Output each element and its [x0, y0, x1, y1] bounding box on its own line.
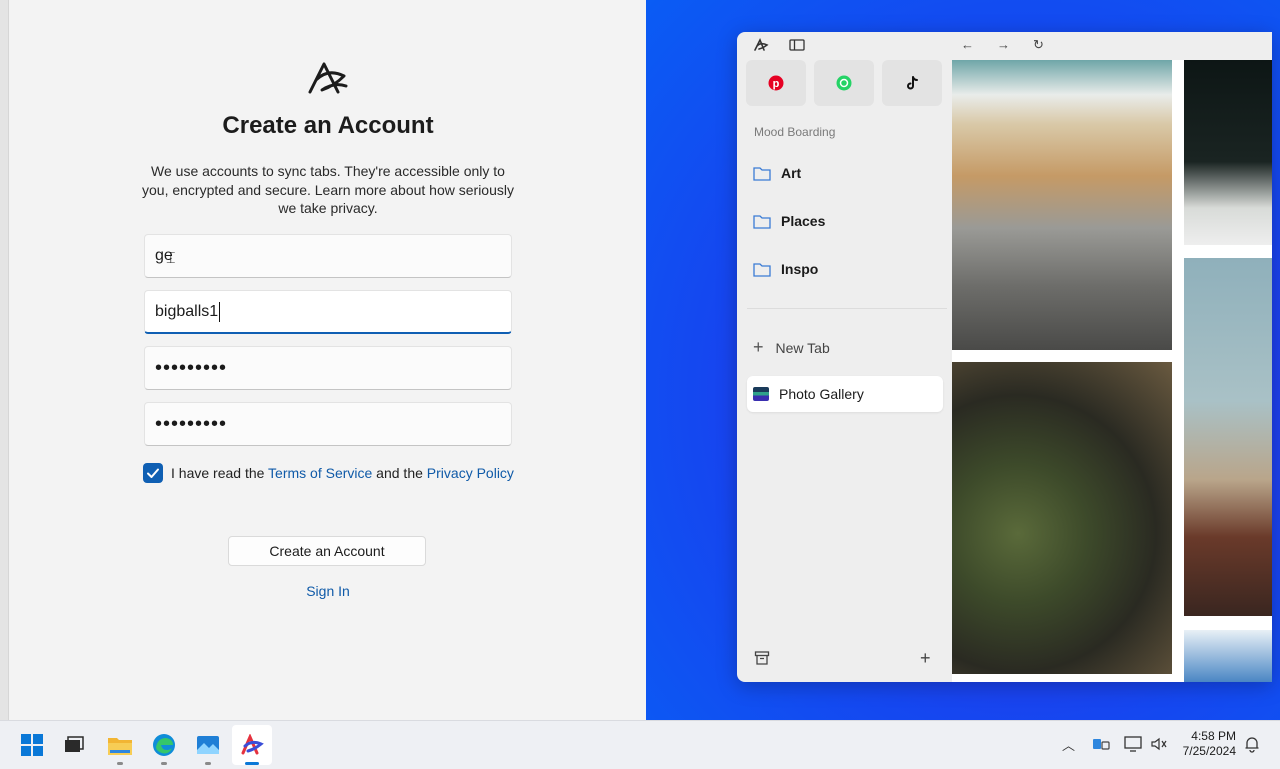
- plus-icon: +: [753, 337, 764, 357]
- password-input[interactable]: •••••••••: [144, 346, 512, 390]
- folder-icon: [753, 167, 771, 181]
- gallery-favicon-icon: [753, 387, 769, 401]
- folder-inspo[interactable]: Inspo: [753, 261, 818, 277]
- agree-label: I have read the Terms of Service and the…: [171, 465, 514, 481]
- forward-arrow-icon[interactable]: →: [997, 37, 1010, 52]
- task-view-button[interactable]: [60, 731, 88, 759]
- edge-icon: [153, 734, 175, 756]
- windows-start-icon: [21, 734, 43, 756]
- text-caret: [219, 301, 221, 322]
- whatsapp-icon: [836, 75, 852, 91]
- space-name: Mood Boarding: [754, 125, 836, 139]
- photo-desert-house[interactable]: [1184, 258, 1272, 616]
- sign-in-link[interactable]: Sign In: [228, 583, 428, 599]
- reload-icon[interactable]: ↻: [1033, 37, 1044, 53]
- sidebar-divider: [747, 308, 947, 309]
- notification-bell-icon[interactable]: [1244, 735, 1260, 756]
- page-title: Create an Account: [222, 112, 434, 139]
- first-name-input[interactable]: ge: [144, 234, 512, 278]
- network-app-icon[interactable]: [1092, 737, 1110, 754]
- folder-label: Art: [781, 165, 802, 181]
- taskbar: ︿ 4:58 PM 7/25/2024: [0, 720, 1280, 769]
- display-icon[interactable]: [1124, 736, 1142, 755]
- confirm-password-mask: •••••••••: [155, 412, 228, 435]
- active-indicator: [245, 762, 259, 765]
- pinned-pinterest[interactable]: p: [746, 60, 806, 106]
- volume-icon[interactable]: [1150, 736, 1168, 755]
- tiktok-icon: [907, 76, 918, 90]
- start-button[interactable]: [18, 731, 46, 759]
- photos-icon: [197, 736, 219, 754]
- username-value: bigballs1: [155, 302, 219, 320]
- photo-dark-shore[interactable]: [1184, 60, 1272, 245]
- folder-art[interactable]: Art: [753, 165, 801, 181]
- create-account-button[interactable]: Create an Account: [228, 536, 426, 566]
- privacy-link[interactable]: Privacy Policy: [427, 465, 514, 481]
- clock-date: 7/25/2024: [1182, 744, 1236, 758]
- new-tab-label: New Tab: [775, 339, 830, 356]
- svg-text:p: p: [773, 78, 780, 90]
- password-mask: •••••••••: [155, 356, 228, 379]
- arc-toolbar: ← → ↻: [737, 32, 1272, 60]
- folder-icon: [753, 263, 771, 277]
- folder-label: Inspo: [781, 261, 819, 277]
- folder-label: Places: [781, 213, 826, 229]
- task-view-icon: [65, 736, 84, 752]
- file-explorer-icon: [108, 738, 132, 755]
- arc-icon: [241, 734, 264, 755]
- add-space-icon[interactable]: +: [920, 648, 931, 669]
- edge-button[interactable]: [150, 731, 178, 765]
- text-cursor-icon: ⌶: [166, 250, 176, 267]
- agree-checkbox[interactable]: [143, 463, 163, 483]
- agree-prefix: I have read the: [171, 465, 269, 481]
- archive-icon[interactable]: [754, 650, 770, 671]
- sidebar-toggle-icon[interactable]: [789, 38, 805, 55]
- folder-icon: [753, 215, 771, 229]
- arc-logo-icon: [308, 62, 348, 94]
- clock-time: 4:58 PM: [1191, 729, 1236, 743]
- arc-button[interactable]: [238, 731, 266, 765]
- privacy-description: We use accounts to sync tabs. They're ac…: [142, 163, 514, 216]
- photos-button[interactable]: [194, 731, 222, 765]
- confirm-password-input[interactable]: •••••••••: [144, 402, 512, 446]
- new-tab-button[interactable]: + New Tab: [753, 337, 830, 358]
- photo-hanging-lights[interactable]: [952, 362, 1172, 674]
- arc-browser-window: ← → ↻ p Mood Boarding Art Places Inspo +…: [737, 32, 1272, 682]
- chevron-up-icon[interactable]: ︿: [1062, 735, 1075, 754]
- agree-middle: and the: [372, 465, 427, 481]
- tab-photo-gallery[interactable]: Photo Gallery: [747, 376, 943, 412]
- folder-places[interactable]: Places: [753, 213, 825, 229]
- pinterest-icon: p: [768, 75, 784, 91]
- back-arrow-icon[interactable]: ←: [961, 37, 974, 52]
- pinned-tiktok[interactable]: [882, 60, 942, 106]
- tab-label: Photo Gallery: [779, 386, 864, 402]
- web-content: [952, 60, 1272, 682]
- pinned-whatsapp[interactable]: [814, 60, 874, 106]
- system-clock[interactable]: 4:58 PM 7/25/2024: [1183, 729, 1236, 759]
- username-input[interactable]: bigballs1: [144, 290, 512, 334]
- photo-beach-aerial[interactable]: [952, 60, 1172, 350]
- terms-link[interactable]: Terms of Service: [268, 465, 372, 481]
- running-indicator: [161, 762, 167, 765]
- checkmark-icon: [147, 468, 159, 478]
- running-indicator: [205, 762, 211, 765]
- signup-panel: Create an Account We use accounts to syn…: [0, 0, 646, 720]
- arc-menu-icon[interactable]: [753, 37, 769, 56]
- running-indicator: [117, 762, 123, 765]
- window-edge: [0, 0, 9, 720]
- file-explorer-button[interactable]: [106, 731, 134, 765]
- photo-sky[interactable]: [1184, 630, 1272, 682]
